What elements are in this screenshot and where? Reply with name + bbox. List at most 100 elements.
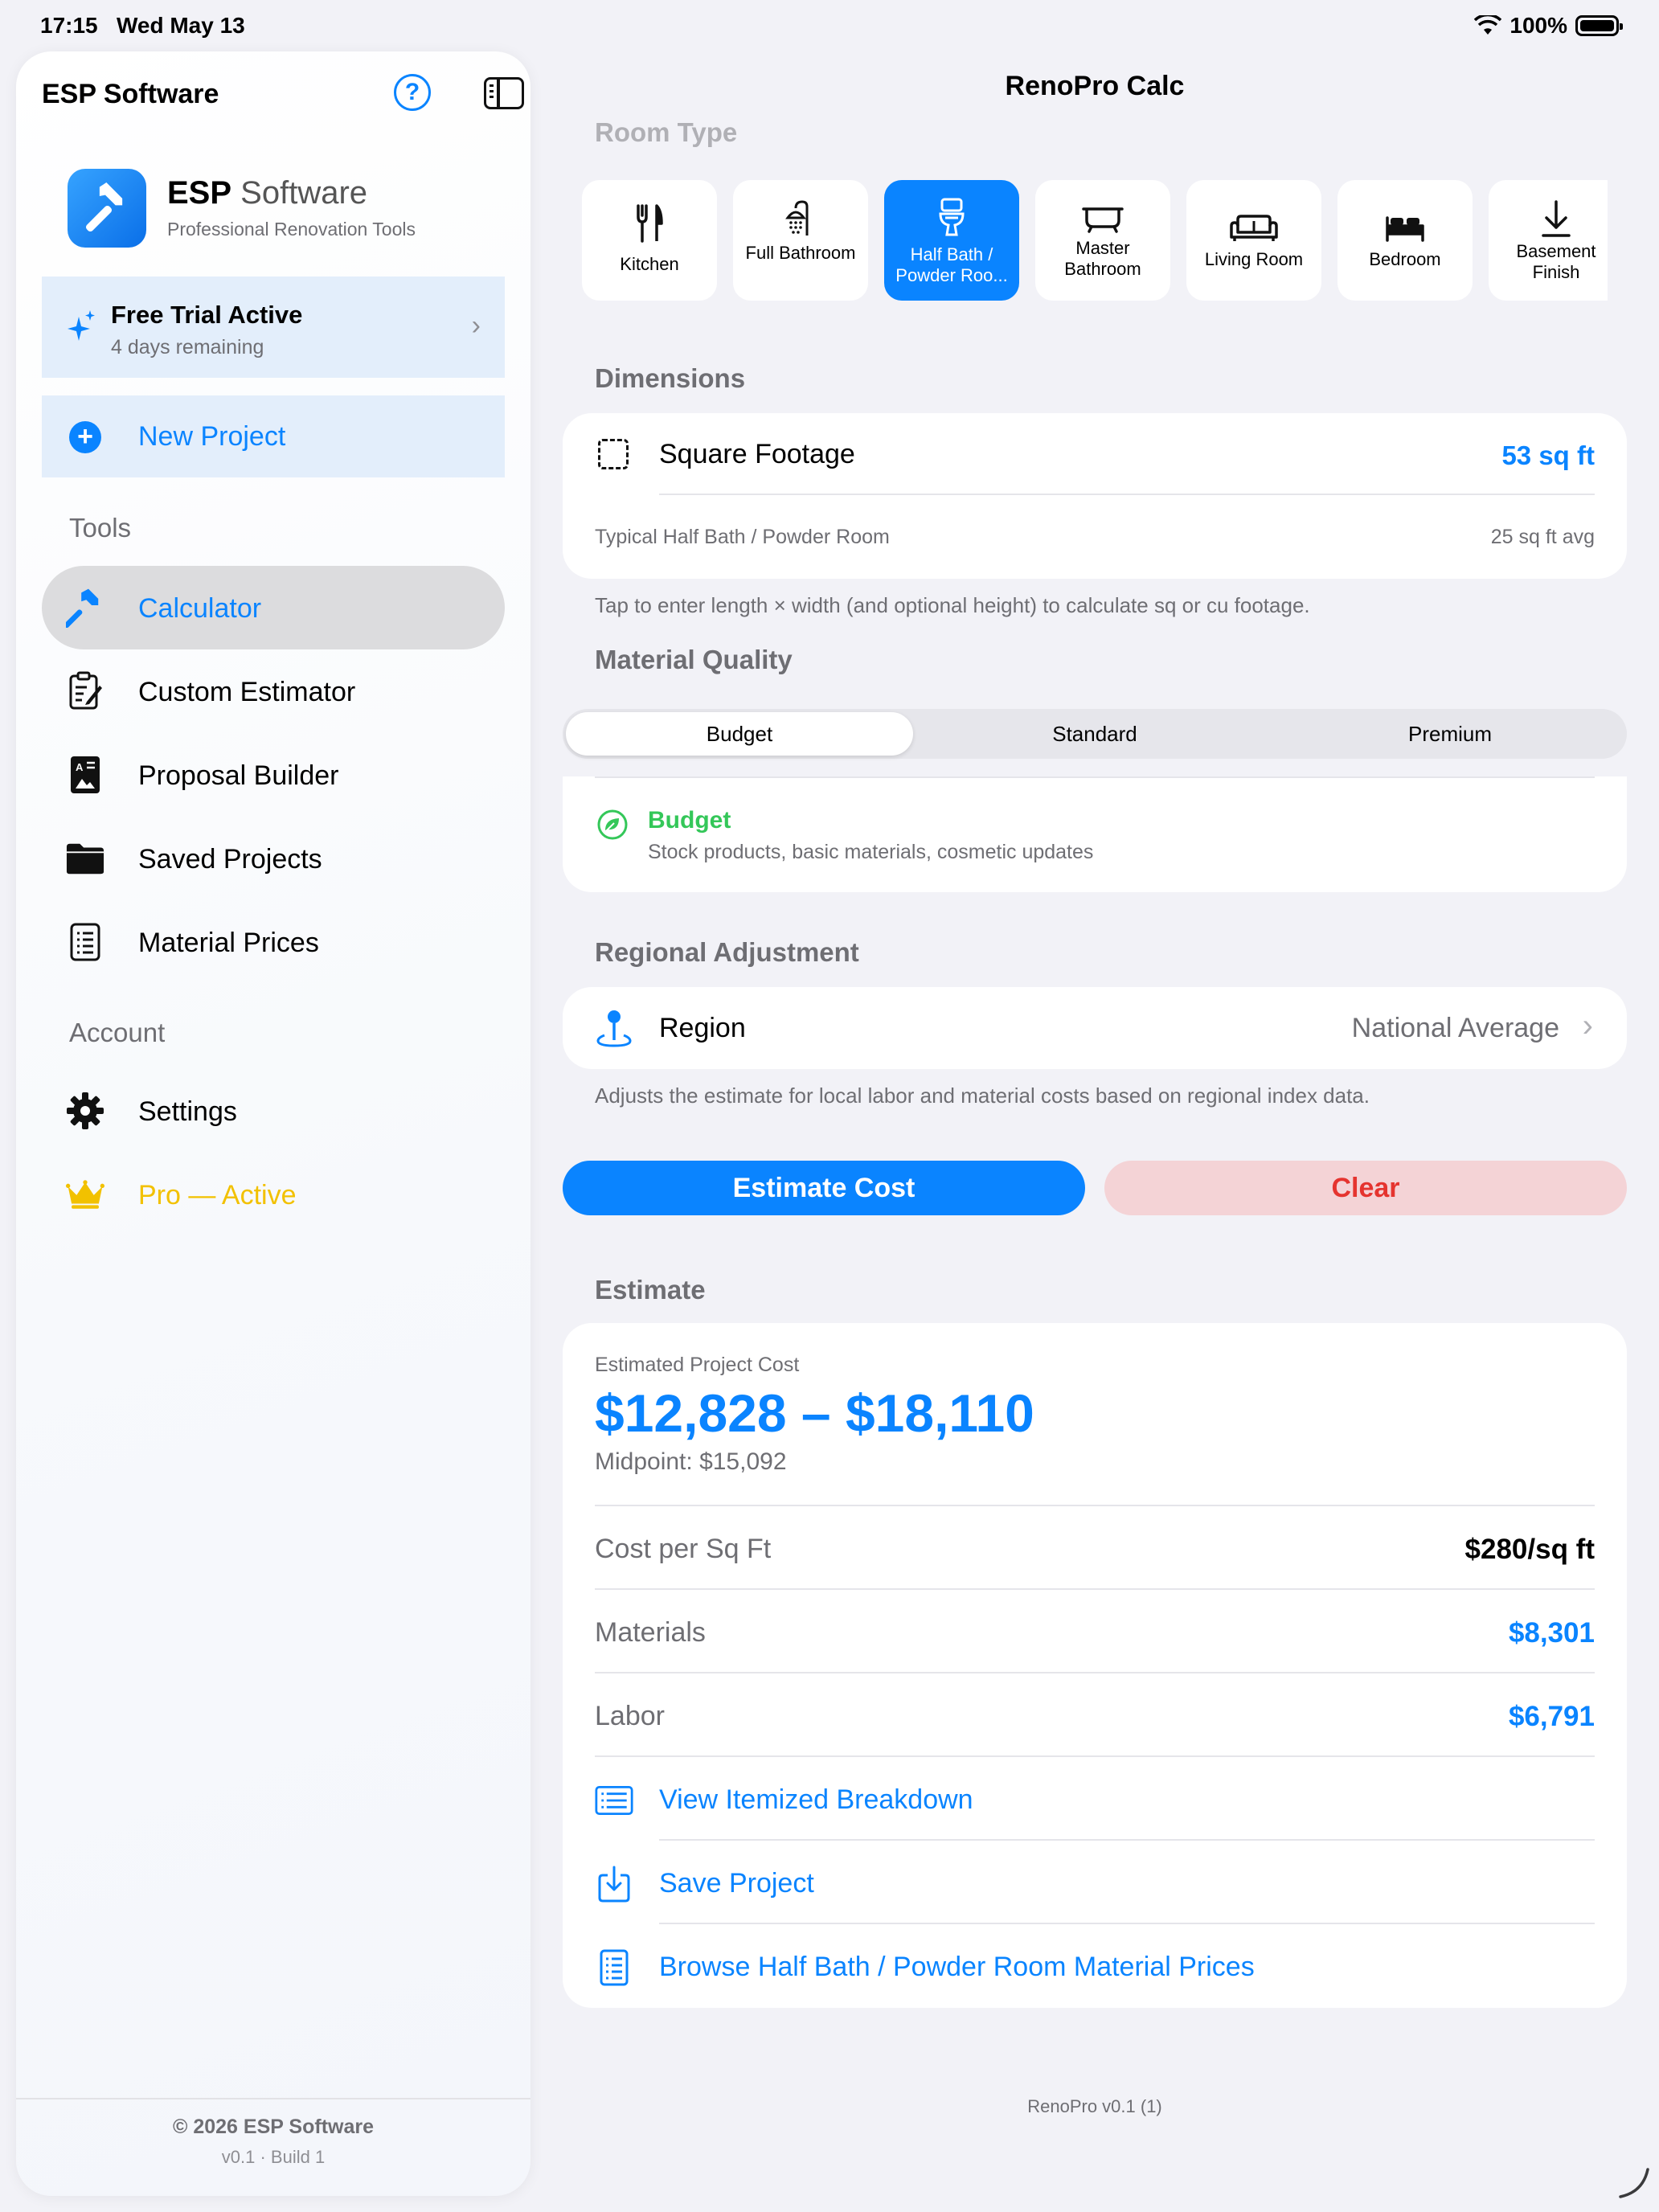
dimensions-hint: Tap to enter length × width (and optiona…: [595, 593, 1310, 617]
dimensions-card: Square Footage 53 sq ft Typical Half Bat…: [563, 413, 1627, 579]
trial-banner[interactable]: Free Trial Active 4 days remaining ›: [42, 276, 505, 378]
cost-per-sqft-row: Cost per Sq Ft $280/sq ft: [563, 1506, 1627, 1590]
sidebar-item-label: Calculator: [138, 593, 262, 624]
account-section-header: Account: [69, 1018, 166, 1047]
room-type-label: Half Bath / Powder Roo...: [895, 244, 1008, 285]
folder-icon: [66, 839, 104, 878]
chevron-right-icon: ›: [471, 310, 481, 341]
labor-label: Labor: [595, 1701, 665, 1731]
room-type-label: Bedroom: [1369, 249, 1441, 269]
room-type-full-bathroom[interactable]: Full Bathroom: [733, 180, 868, 301]
view-itemized-breakdown-button[interactable]: View Itemized Breakdown: [595, 1757, 1595, 1841]
toilet-icon: [884, 196, 1019, 238]
arrow-down-icon: [1489, 198, 1608, 240]
brand-name-rest: Software: [240, 175, 368, 211]
room-type-basement-finish[interactable]: Basement Finish: [1489, 180, 1608, 301]
square-footage-row[interactable]: Square Footage 53 sq ft: [563, 413, 1627, 494]
wifi-icon: [1474, 15, 1502, 35]
room-type-label: Master Bathroom: [1064, 238, 1141, 279]
room-type-label: Kitchen: [620, 254, 679, 274]
room-type-label: Full Bathroom: [745, 243, 856, 263]
brand-header: ESP Software Professional Renovation Too…: [68, 169, 502, 249]
sidebar-item-label: Material Prices: [138, 928, 319, 958]
sidebar-item-calculator[interactable]: Calculator: [42, 566, 505, 649]
status-bar: 17:15 Wed May 13 100%: [0, 0, 1659, 51]
app-version-footer: RenoPro v0.1 (1): [1027, 2096, 1162, 2116]
bathtub-icon: [1035, 198, 1170, 240]
cost-per-sqft-label: Cost per Sq Ft: [595, 1534, 772, 1564]
bed-icon: [1337, 207, 1473, 249]
room-type-bedroom[interactable]: Bedroom: [1337, 180, 1473, 301]
sidebar-header: ESP Software ?: [42, 69, 524, 117]
battery-icon: [1575, 15, 1623, 36]
help-button[interactable]: ?: [394, 74, 431, 111]
sidebar-toggle-icon[interactable]: [484, 77, 524, 109]
battery-percent: 100%: [1509, 13, 1567, 38]
sidebar-item-proposal-builder[interactable]: A Proposal Builder: [42, 733, 505, 817]
gear-icon: [66, 1092, 104, 1130]
sidebar-item-custom-estimator[interactable]: Custom Estimator: [42, 649, 505, 733]
typical-room-label: Typical Half Bath / Powder Room: [595, 526, 890, 548]
chevron-right-icon: ›: [1582, 1008, 1593, 1043]
new-project-label: New Project: [138, 421, 286, 452]
svg-text:A: A: [76, 761, 84, 773]
dimensions-label: Dimensions: [595, 363, 746, 393]
sidebar-item-saved-projects[interactable]: Saved Projects: [42, 817, 505, 900]
room-type-picker: Kitchen Full Bathroom Half Bath / Powder…: [582, 180, 1608, 302]
typical-room-value: 25 sq ft avg: [1490, 526, 1595, 548]
region-row[interactable]: Region National Average ›: [563, 987, 1627, 1069]
dashed-square-icon: [598, 439, 629, 469]
materials-row: Materials $8,301: [563, 1590, 1627, 1673]
room-type-label: Room Type: [595, 117, 738, 147]
material-quality-label: Material Quality: [595, 645, 793, 674]
estimate-caption: Estimated Project Cost: [595, 1354, 800, 1376]
room-type-half-bath[interactable]: Half Bath / Powder Roo...: [884, 180, 1019, 301]
estimate-cost-button[interactable]: Estimate Cost: [563, 1161, 1085, 1215]
app-logo: [68, 169, 146, 248]
resize-handle-icon[interactable]: [1616, 2165, 1651, 2204]
room-type-label: Basement Finish: [1516, 241, 1596, 282]
trial-title: Free Trial Active: [111, 301, 303, 329]
document-list-icon: [595, 1948, 633, 1987]
quality-detail-title: Budget: [648, 807, 731, 834]
clear-button[interactable]: Clear: [1104, 1161, 1627, 1215]
leaf-icon: [596, 809, 629, 845]
sidebar-footer: © 2026 ESP Software v0.1 · Build 1: [16, 2098, 530, 2196]
sidebar-item-settings[interactable]: Settings: [42, 1069, 505, 1153]
quality-detail-card: Budget Stock products, basic materials, …: [563, 776, 1627, 892]
sidebar-item-label: Saved Projects: [138, 844, 322, 875]
room-type-master-bathroom[interactable]: Master Bathroom: [1035, 180, 1170, 301]
sidebar-item-pro[interactable]: Pro — Active: [42, 1153, 505, 1236]
shower-icon: [733, 198, 868, 240]
regional-adjustment-label: Regional Adjustment: [595, 937, 859, 967]
quality-option-standard[interactable]: Standard: [921, 712, 1268, 756]
divider: [659, 494, 1595, 495]
tools-section-header: Tools: [69, 513, 132, 543]
new-project-button[interactable]: + New Project: [42, 395, 505, 477]
plus-circle-icon: +: [69, 421, 101, 453]
sidebar: ESP Software ? ESP Software Professional…: [16, 51, 530, 2196]
browse-material-prices-button[interactable]: Browse Half Bath / Powder Room Material …: [595, 1924, 1595, 2008]
quality-detail-subtitle: Stock products, basic materials, cosmeti…: [648, 841, 1094, 863]
sidebar-item-label: Proposal Builder: [138, 760, 339, 791]
quality-option-budget[interactable]: Budget: [566, 712, 913, 756]
brand-name-bold: ESP: [167, 175, 232, 211]
sidebar-item-material-prices[interactable]: Material Prices: [42, 900, 505, 984]
fork-knife-icon: [582, 203, 717, 244]
region-value: National Average: [1351, 1013, 1559, 1043]
quality-option-premium[interactable]: Premium: [1276, 712, 1624, 756]
clipboard-edit-icon: [66, 671, 104, 711]
sidebar-title: ESP Software: [42, 79, 219, 109]
labor-row: Labor $6,791: [563, 1673, 1627, 1757]
save-project-button[interactable]: Save Project: [595, 1841, 1595, 1924]
action-label: Browse Half Bath / Powder Room Material …: [659, 1952, 1255, 1982]
room-type-living-room[interactable]: Living Room: [1186, 180, 1321, 301]
room-type-label: Living Room: [1204, 249, 1304, 269]
copyright-text: © 2026 ESP Software: [172, 2116, 375, 2138]
status-clock: 17:15: [40, 13, 98, 38]
hammer-logo-icon: [85, 182, 123, 232]
status-date: Wed May 13: [116, 13, 245, 38]
room-type-kitchen[interactable]: Kitchen: [582, 180, 717, 301]
sidebar-item-label: Pro — Active: [138, 1180, 297, 1210]
save-download-icon: [595, 1865, 633, 1903]
